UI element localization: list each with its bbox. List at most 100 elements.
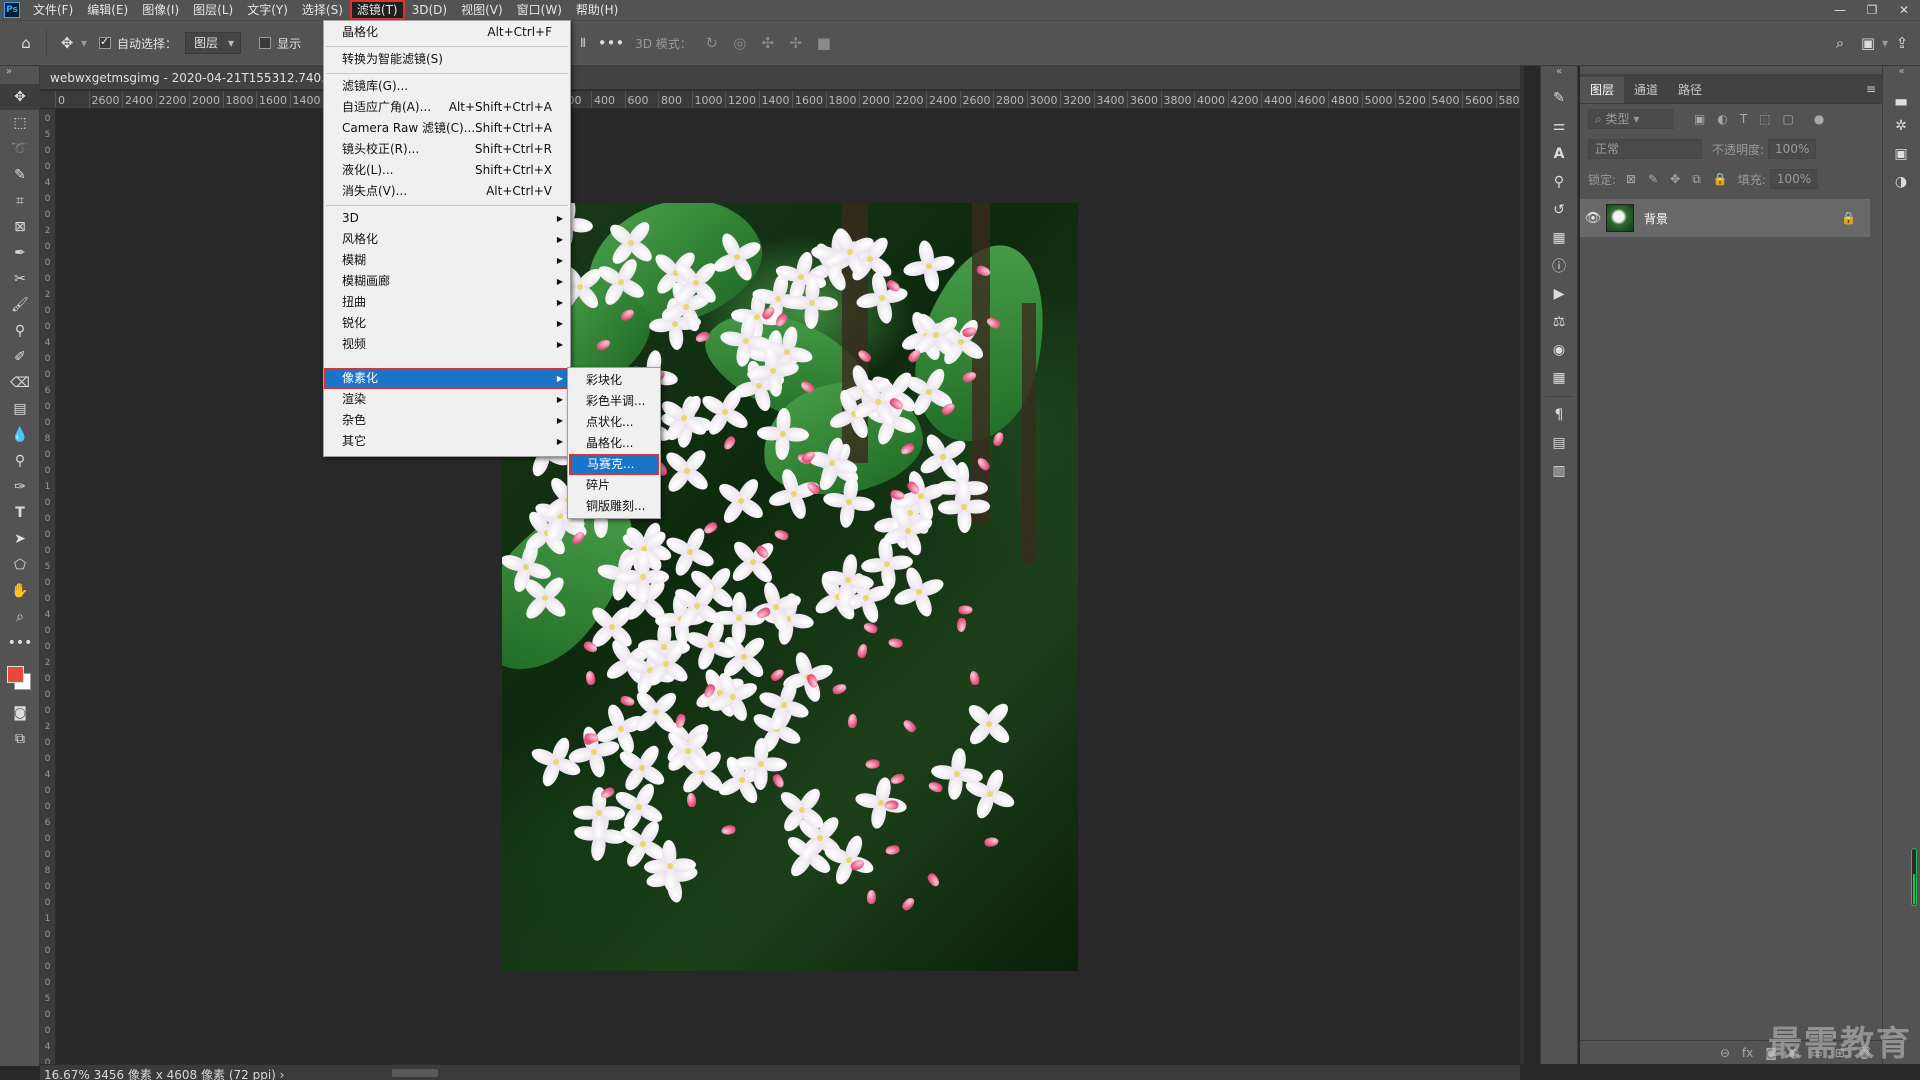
dodge-tool-icon[interactable]: ⚲ <box>0 448 40 474</box>
gradient-tool-icon[interactable]: ▤ <box>0 396 40 422</box>
filter-smart-object-icon[interactable]: ▢ <box>1783 112 1794 126</box>
character-icon[interactable]: A <box>1541 140 1577 168</box>
filter-toggle-icon[interactable]: ● <box>1814 112 1824 126</box>
marquee-tool-icon[interactable]: ⬚ <box>0 110 40 136</box>
tab-layers[interactable]: 图层 <box>1580 77 1625 103</box>
menu-item-3d[interactable]: 3D ▶ <box>324 208 570 229</box>
fill-field[interactable]: 100% <box>1769 169 1818 189</box>
menu-item-liquify[interactable]: 液化(L)... Shift+Ctrl+X <box>324 160 570 181</box>
paragraph-icon[interactable]: ¶ <box>1541 401 1577 429</box>
restore-button[interactable]: ❐ <box>1856 0 1888 20</box>
3d-pan-icon[interactable]: ✣ <box>754 29 782 57</box>
collapse-icon[interactable]: « <box>1883 66 1920 84</box>
layer-filter-dropdown[interactable]: ⌕ 类型 ▾ <box>1588 109 1674 129</box>
lock-position-icon[interactable]: ✥ <box>1670 172 1680 186</box>
menu-item-sharpen[interactable]: 锐化 ▶ <box>324 313 570 334</box>
menu-item-pixelate[interactable]: 像素化 ▶ <box>324 368 570 389</box>
layer-row-background[interactable]: 👁 背景 🔒 <box>1580 199 1870 237</box>
close-button[interactable]: ✕ <box>1888 0 1920 20</box>
3d-roll-icon[interactable]: ◎ <box>726 29 754 57</box>
menu-item-render[interactable]: 渲染 ▶ <box>324 389 570 410</box>
auto-select-dropdown[interactable]: 图层 <box>185 32 242 54</box>
actions-icon[interactable]: ▶ <box>1541 280 1577 308</box>
layer-lock-icon[interactable]: 🔒 <box>1841 211 1856 225</box>
blend-mode-dropdown[interactable]: 正常 <box>1588 139 1702 159</box>
auto-select-checkbox[interactable] <box>99 35 112 49</box>
horizontal-ruler[interactable]: 0 2600 2400 2200 2000 1800 1600 1400 1200 1000 800… <box>40 91 1520 109</box>
path-select-tool-icon[interactable]: ➤ <box>0 526 40 552</box>
zoom-tool-icon[interactable]: ⌕ <box>0 604 40 630</box>
visibility-eye-icon[interactable]: 👁 <box>1580 211 1606 226</box>
menu-type[interactable]: 文字(Y) <box>240 0 295 20</box>
menu-item-distort[interactable]: 扭曲 ▶ <box>324 292 570 313</box>
home-icon[interactable]: ⌂ <box>12 29 40 57</box>
menu-item-adaptive-wide-angle[interactable]: 自适应广角(A)... Alt+Shift+Ctrl+A <box>324 97 570 118</box>
lock-all-icon[interactable]: 🔒 <box>1713 172 1728 186</box>
menu-image[interactable]: 图像(I) <box>135 0 186 20</box>
eraser-tool-icon[interactable]: ⌫ <box>0 370 40 396</box>
submenu-item-pointillize[interactable]: 点状化... <box>568 412 660 433</box>
foreground-color[interactable] <box>7 666 24 683</box>
link-layers-icon[interactable]: ⊖ <box>1720 1046 1730 1060</box>
filter-shape-icon[interactable]: ⬚ <box>1759 112 1770 126</box>
3d-slide-icon[interactable]: ✢ <box>782 29 810 57</box>
menu-help[interactable]: 帮助(H) <box>569 0 625 20</box>
properties-icon[interactable]: ✲ <box>1883 112 1919 140</box>
share-icon[interactable]: ⇪ <box>1888 29 1916 57</box>
type-tool-icon[interactable]: T <box>0 500 40 526</box>
stamp-icon[interactable]: ⚲ <box>1541 168 1577 196</box>
menu-item-video[interactable]: 视频 ▶ <box>324 334 570 355</box>
opacity-field[interactable]: 100% <box>1768 139 1817 159</box>
menu-item-blur[interactable]: 模糊 ▶ <box>324 250 570 271</box>
menu-file[interactable]: 文件(F) <box>26 0 80 20</box>
tab-paths[interactable]: 路径 <box>1668 77 1712 103</box>
quick-mask-icon[interactable]: ◙ <box>0 700 40 726</box>
notes-icon[interactable]: ▥ <box>1541 457 1577 485</box>
more-options-icon[interactable]: ••• <box>597 29 625 57</box>
glyphs-icon[interactable]: ▤ <box>1541 429 1577 457</box>
3d-camera-icon[interactable]: ■ <box>810 29 838 57</box>
search-icon[interactable]: ⌕ <box>1826 29 1854 57</box>
3d-orbit-icon[interactable]: ↻ <box>698 29 726 57</box>
submenu-item-crystallize[interactable]: 晶格化... <box>568 433 660 454</box>
timeline-icon[interactable]: ▦ <box>1541 224 1577 252</box>
crop-tool-icon[interactable]: ⌗ <box>0 188 40 214</box>
lock-transparent-icon[interactable]: ⊠ <box>1626 172 1636 186</box>
horizontal-scrollbar[interactable] <box>392 1069 438 1077</box>
lock-image-icon[interactable]: ✎ <box>1648 172 1658 186</box>
shape-tool-icon[interactable]: ⬠ <box>0 552 40 578</box>
color-icon[interactable]: ◑ <box>1883 168 1919 196</box>
menu-item-vanishing-point[interactable]: 消失点(V)... Alt+Ctrl+V <box>324 181 570 202</box>
submenu-item-mezzotint[interactable]: 铜版雕刻... <box>568 496 660 517</box>
adjustments-icon[interactable]: ⚌ <box>1541 112 1577 140</box>
vertical-ruler[interactable]: 0 5 0 0 4 0 0 2 0 0 0 2 0 0 4 0 0 6 0 0 8 0 0 1 0 0 0 0 5 0 0 4 0 0 2 0 0 0 2 0… <box>40 109 56 1064</box>
menu-edit[interactable]: 编辑(E) <box>80 0 135 20</box>
stamp-tool-icon[interactable]: ⚲ <box>0 318 40 344</box>
histogram-icon[interactable]: ▃ <box>1883 84 1919 112</box>
more-tools-icon[interactable]: ••• <box>0 630 40 656</box>
menu-item-other[interactable]: 其它 ▶ <box>324 431 570 452</box>
healing-tool-icon[interactable]: ✂ <box>0 266 40 292</box>
menu-3d[interactable]: 3D(D) <box>405 0 454 20</box>
screen-mode-icon[interactable]: ⧉ <box>0 726 40 752</box>
document-image[interactable] <box>502 203 1078 971</box>
menu-item-stylize[interactable]: 风格化 ▶ <box>324 229 570 250</box>
move-tool-icon[interactable]: ✥ <box>0 84 40 110</box>
status-info[interactable]: 16.67% 3456 像素 x 4608 像素 (72 ppi) › <box>44 1066 284 1080</box>
workspace-icon[interactable]: ▣ <box>1854 29 1882 57</box>
frame-tool-icon[interactable]: ⊠ <box>0 214 40 240</box>
collapse-icon[interactable]: » <box>0 66 39 84</box>
submenu-item-color-halftone[interactable]: 彩色半调... <box>568 391 660 412</box>
blur-tool-icon[interactable]: 💧 <box>0 422 40 448</box>
menu-item-last-filter[interactable]: 晶格化 Alt+Ctrl+F <box>324 22 570 43</box>
libraries-icon[interactable]: ▣ <box>1883 140 1919 168</box>
hand-tool-icon[interactable]: ✋ <box>0 578 40 604</box>
table-icon[interactable]: ▦ <box>1541 364 1577 392</box>
submenu-item-mosaic[interactable]: 马赛克... <box>569 454 659 475</box>
layer-style-icon[interactable]: fx <box>1742 1046 1753 1060</box>
layer-name[interactable]: 背景 <box>1644 210 1668 227</box>
submenu-item-facet[interactable]: 彩块化 <box>568 370 660 391</box>
canvas-scrollbar[interactable] <box>1520 66 1524 1064</box>
info-icon[interactable]: ⓘ <box>1541 252 1577 280</box>
filter-pixel-icon[interactable]: ▣ <box>1694 112 1705 126</box>
